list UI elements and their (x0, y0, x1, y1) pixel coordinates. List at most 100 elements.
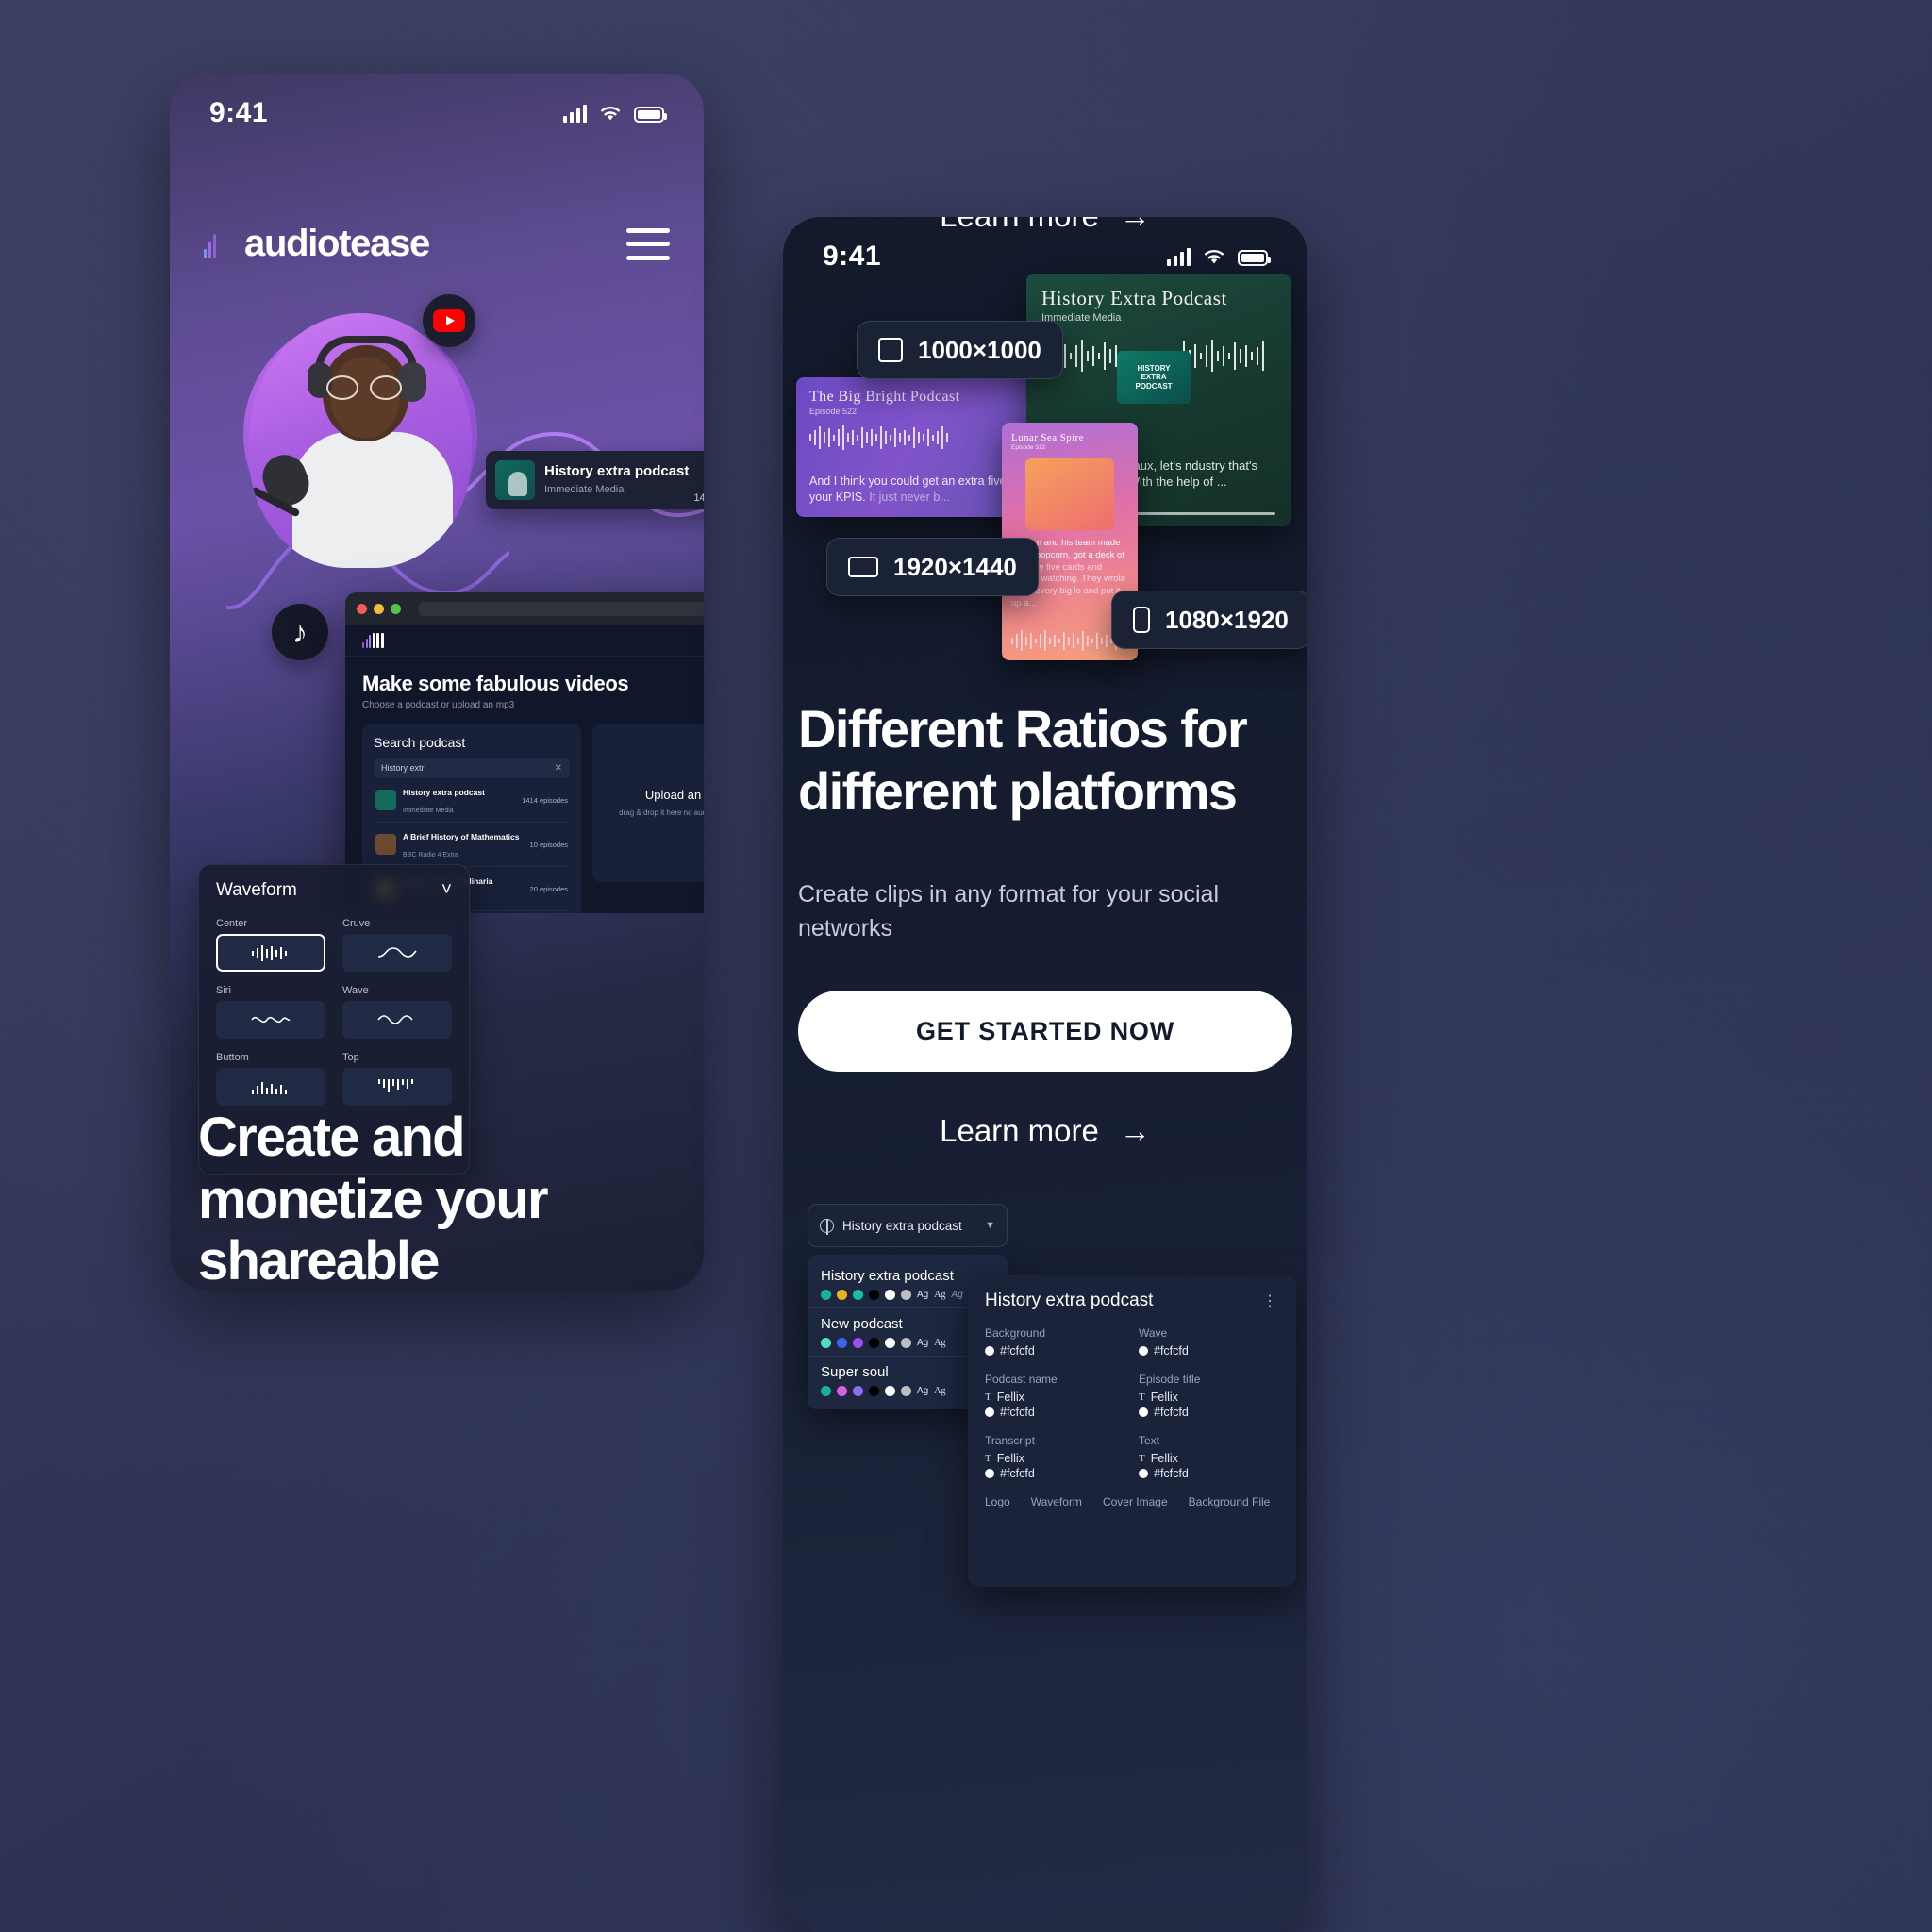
browser-url-bar[interactable] (419, 601, 704, 616)
color-swatch[interactable] (821, 1338, 831, 1348)
list-item[interactable]: History extra podcast Immediate Media 1414… (374, 778, 570, 823)
color-dot-icon (985, 1407, 994, 1417)
color-swatch[interactable] (837, 1386, 847, 1396)
status-time: 9:41 (209, 97, 269, 128)
color-swatch[interactable] (901, 1290, 911, 1300)
color-swatch[interactable] (885, 1290, 895, 1300)
brand-kit-field-font[interactable]: T Fellix (985, 1452, 1125, 1465)
podcast-chip[interactable]: History extra podcast Immediate Media 14… (486, 451, 704, 509)
minimize-window-icon[interactable] (374, 603, 384, 614)
color-swatch[interactable] (885, 1386, 895, 1396)
upload-panel[interactable]: Upload an mp3 drag & drop it here no aud… (592, 724, 704, 882)
close-icon[interactable]: ✕ (555, 763, 562, 774)
brand-kit-field-color[interactable]: #fcfcfd (985, 1406, 1125, 1419)
waveform-option-wave[interactable]: Wave (342, 985, 452, 1039)
brand-kit-asset-label[interactable]: Background File (1189, 1495, 1271, 1508)
ratio-pill-1920x1440[interactable]: 1920×1440 (826, 538, 1039, 596)
cellular-signal-icon (563, 104, 587, 123)
waveform-option-buttom[interactable]: Buttom (216, 1052, 325, 1106)
color-swatch[interactable] (853, 1290, 863, 1300)
learn-more-bottom[interactable]: Learn more → (783, 1113, 1307, 1149)
font-sample: Ag (934, 1338, 946, 1348)
waveform-option-siri[interactable]: Siri (216, 985, 325, 1039)
result-publisher: BBC Radio 4 Extra (403, 852, 458, 858)
ratio-pill-1080x1920[interactable]: 1080×1920 (1111, 591, 1307, 649)
brand-kit-field: Text T Fellix #fcfcfd (1139, 1434, 1279, 1480)
brand-kit-field-label: Wave (1139, 1326, 1168, 1340)
card-history-subtitle: Immediate Media (1041, 312, 1122, 324)
tiktok-icon[interactable]: ♪ (272, 604, 328, 660)
color-swatch[interactable] (885, 1338, 895, 1348)
close-window-icon[interactable] (357, 603, 367, 614)
logo-text: audiotease (244, 223, 430, 264)
right-copy-block: Different Ratios for different platforms… (798, 698, 1292, 946)
podcast-chip-title: History extra podcast (544, 463, 690, 479)
text-icon: T (985, 1453, 991, 1464)
color-swatch[interactable] (821, 1386, 831, 1396)
waveform-option-center[interactable]: Center (216, 918, 325, 972)
result-name: A Brief History of Mathematics (403, 832, 520, 841)
ratio-pill-1000x1000[interactable]: 1000×1000 (857, 321, 1063, 379)
font-sample: Ag (934, 1386, 946, 1396)
color-dot-icon (1139, 1346, 1148, 1356)
waveform-panel-header[interactable]: Waveform ˅ (216, 880, 452, 901)
podcast-artwork (375, 790, 396, 810)
color-swatch[interactable] (837, 1338, 847, 1348)
brand-kit-field: Episode title T Fellix #fcfcfd (1139, 1373, 1279, 1419)
hero-collage: ♪ History extra podcast Immediate Media … (170, 272, 704, 913)
kebab-menu-icon[interactable]: ⋮ (1262, 1291, 1279, 1310)
brand-kit-field-color[interactable]: #fcfcfd (1139, 1406, 1279, 1419)
brand-kit-field-font[interactable]: T Fellix (1139, 1452, 1279, 1465)
waveform-option-label: Siri (216, 985, 231, 996)
upload-sub: drag & drop it here no audio file select… (619, 808, 704, 817)
brand-kit-field-font[interactable]: T Fellix (985, 1391, 1125, 1404)
ratio-label: 1000×1000 (918, 335, 1041, 364)
font-sample: Ag (917, 1386, 929, 1396)
brand-kit-asset-label[interactable]: Cover Image (1103, 1495, 1168, 1508)
color-swatch[interactable] (853, 1386, 863, 1396)
waveform-option-cruve[interactable]: Cruve (342, 918, 452, 972)
color-dot-icon (1139, 1407, 1148, 1417)
browser-subheading: Choose a podcast or upload an mp3 (362, 700, 515, 710)
chevron-down-icon[interactable]: ▼ (985, 1220, 995, 1231)
waveform-preview-icon (342, 934, 452, 972)
search-input[interactable]: History extr ✕ (374, 758, 570, 778)
color-swatch[interactable] (837, 1290, 847, 1300)
color-swatch[interactable] (901, 1386, 911, 1396)
color-swatch[interactable] (869, 1338, 879, 1348)
brand-kit-asset-label[interactable]: Logo (985, 1495, 1010, 1508)
color-swatch[interactable] (869, 1290, 879, 1300)
chevron-down-icon[interactable]: ˅ (441, 880, 452, 901)
waveform-preview-icon (216, 1001, 325, 1039)
text-icon: T (1139, 1453, 1145, 1464)
result-episodes: 20 episodes (529, 884, 568, 893)
brand-kit-field-color[interactable]: #fcfcfd (985, 1344, 1125, 1357)
brand-kit-field: Transcript T Fellix #fcfcfd (985, 1434, 1125, 1480)
waveform-option-top[interactable]: Top (342, 1052, 452, 1106)
waveform-panel-title: Waveform (216, 880, 297, 900)
card-history-title: History Extra Podcast (1041, 287, 1227, 309)
card-lunar-title: Lunar Sea Spire (1011, 432, 1084, 443)
brand-kit-field-color[interactable]: #fcfcfd (985, 1467, 1125, 1480)
color-dot-icon (985, 1346, 994, 1356)
color-swatch[interactable] (901, 1338, 911, 1348)
brand-kit-asset-label[interactable]: Waveform (1031, 1495, 1082, 1508)
audiotease-logo[interactable]: audiotease (204, 223, 430, 265)
brand-kit-select[interactable]: History extra podcast ▼ (808, 1204, 1008, 1247)
color-swatch[interactable] (821, 1290, 831, 1300)
brand-kit-field-color[interactable]: #fcfcfd (1139, 1344, 1279, 1357)
brand-kit-field-label: Text (1139, 1434, 1160, 1447)
get-started-button[interactable]: GET STARTED NOW (798, 991, 1292, 1072)
brand-kit-field-font[interactable]: T Fellix (1139, 1391, 1279, 1404)
list-item[interactable]: A Brief History of Mathematics BBC Radio … (374, 823, 570, 867)
color-swatch[interactable] (853, 1338, 863, 1348)
brand-kit-field-color[interactable]: #fcfcfd (1139, 1467, 1279, 1480)
waveform-icon (809, 425, 948, 450)
landscape-ratio-icon (848, 557, 878, 577)
waveform-option-label: Cruve (342, 918, 371, 929)
arrow-right-icon: → (1119, 1113, 1151, 1148)
maximize-window-icon[interactable] (391, 603, 401, 614)
color-swatch[interactable] (869, 1386, 879, 1396)
youtube-icon[interactable] (423, 294, 475, 347)
hamburger-menu-icon[interactable] (626, 227, 670, 260)
